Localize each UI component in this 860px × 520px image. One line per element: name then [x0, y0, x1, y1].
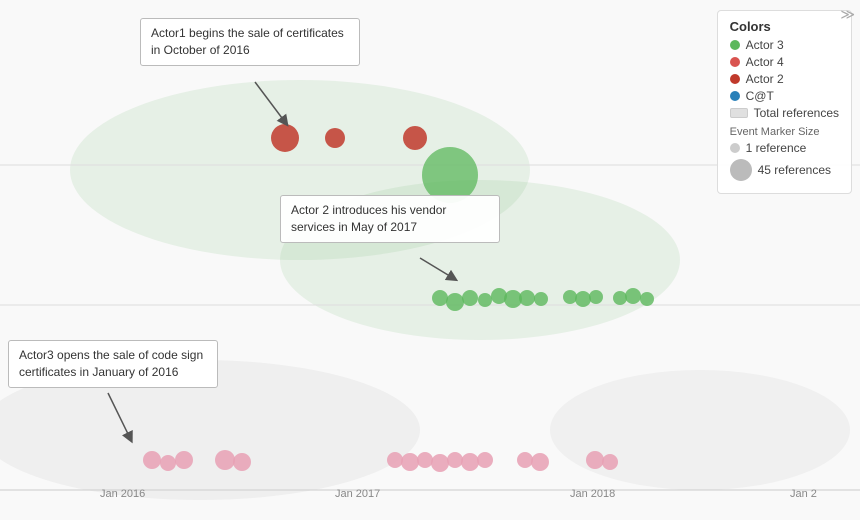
legend-box: Colors Actor 3 Actor 4 Actor 2 C@T Total… — [717, 10, 852, 194]
legend-fold-icon[interactable]: ≫ — [840, 6, 855, 23]
annotation-actor2: Actor 2 introduces his vendor services i… — [280, 195, 500, 243]
actor4-color-dot — [730, 57, 740, 67]
actor3-color-dot — [730, 40, 740, 50]
annotation-actor2-text: Actor 2 introduces his vendor services i… — [291, 203, 446, 234]
legend-title: Colors — [730, 19, 839, 34]
annotation-actor3-text: Actor3 opens the sale of code sign certi… — [19, 348, 203, 379]
annotation-actor1: Actor1 begins the sale of certificates i… — [140, 18, 360, 66]
legend-item-cat: C@T — [730, 89, 839, 103]
marker-large-dot — [730, 159, 752, 181]
legend-item-actor4: Actor 4 — [730, 55, 839, 69]
annotation-actor3: Actor3 opens the sale of code sign certi… — [8, 340, 218, 388]
legend-marker-small-row: 1 reference — [730, 141, 839, 155]
axis-label-2016: Jan 2016 — [100, 488, 145, 500]
legend-total-references-row: Total references — [730, 106, 839, 120]
legend-marker-small-label: 1 reference — [746, 141, 807, 155]
axis-label-2017: Jan 2017 — [335, 488, 380, 500]
legend-cat-label: C@T — [746, 89, 774, 103]
legend-actor3-label: Actor 3 — [746, 38, 784, 52]
legend-item-actor2: Actor 2 — [730, 72, 839, 86]
legend-actor4-label: Actor 4 — [746, 55, 784, 69]
axis-label-2018: Jan 2018 — [570, 488, 615, 500]
cat-color-dot — [730, 91, 740, 101]
marker-small-dot — [730, 143, 740, 153]
legend-item-actor3: Actor 3 — [730, 38, 839, 52]
legend-marker-large-row: 45 references — [730, 159, 839, 181]
legend-marker-large-label: 45 references — [758, 163, 831, 177]
axis-label-jan2: Jan 2 — [790, 488, 817, 500]
actor2-color-dot — [730, 74, 740, 84]
total-references-icon — [730, 108, 748, 118]
legend-total-references-label: Total references — [754, 106, 839, 120]
legend-actor2-label: Actor 2 — [746, 72, 784, 86]
annotation-actor1-text: Actor1 begins the sale of certificates i… — [151, 26, 344, 57]
chart-container: Actor1 begins the sale of certificates i… — [0, 0, 860, 520]
legend-marker-size-title: Event Marker Size — [730, 126, 839, 138]
